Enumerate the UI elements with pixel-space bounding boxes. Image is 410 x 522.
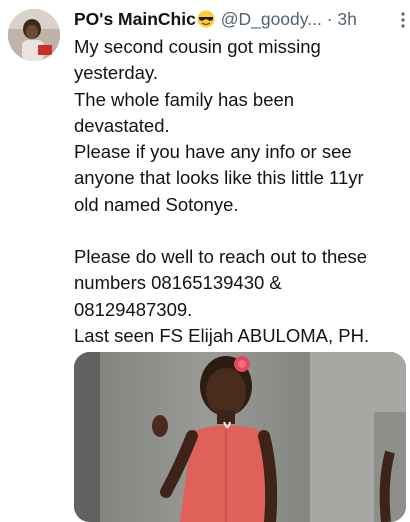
tweet-photo[interactable] bbox=[74, 352, 406, 522]
sunglasses-face-icon bbox=[196, 10, 216, 33]
tweet-line: anyone that looks like this little 11yr bbox=[74, 167, 364, 189]
tweet-line: Please if you have any info or see bbox=[74, 141, 352, 163]
tweet-header: PO's MainChic @D_goody... · 3h bbox=[74, 8, 406, 30]
tweet-line: numbers 08165139430 & bbox=[74, 272, 282, 294]
tweet-line: My second cousin got missing bbox=[74, 36, 321, 57]
avatar-image bbox=[8, 9, 60, 61]
tweet-line: The whole family has been bbox=[74, 88, 295, 110]
separator-dot: · bbox=[326, 9, 333, 29]
tweet-timestamp[interactable]: 3h bbox=[337, 9, 356, 29]
vertical-ellipsis-icon[interactable] bbox=[400, 12, 406, 28]
tweet-line: yesterday. bbox=[74, 62, 158, 84]
tweet-line: Last seen FS Elijah ABULOMA, PH. bbox=[74, 324, 370, 346]
author-avatar[interactable] bbox=[8, 9, 60, 61]
author-handle[interactable]: @D_goody... bbox=[221, 9, 322, 29]
photo-image bbox=[74, 352, 406, 522]
tweet-line: Please do well to reach out to these bbox=[74, 246, 368, 268]
tweet-text: My second cousin got missing yesterday. … bbox=[74, 34, 404, 349]
tweet-line: devastated. bbox=[74, 114, 170, 136]
tweet-line: 08129487309. bbox=[74, 298, 193, 320]
display-name[interactable]: PO's MainChic bbox=[74, 9, 196, 29]
tweet-line: old named Sotonye. bbox=[74, 193, 239, 215]
